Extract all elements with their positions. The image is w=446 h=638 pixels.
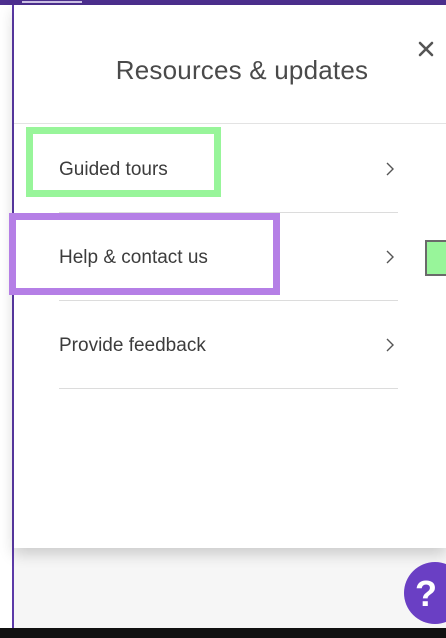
page-frame-left-edge <box>0 0 14 638</box>
panel-title: Resources & updates <box>115 55 369 85</box>
chevron-right-icon <box>386 338 394 352</box>
top-bar-highlight <box>22 1 82 3</box>
menu-item-label: Provide feedback <box>59 335 206 356</box>
green-side-tab[interactable] <box>425 240 446 276</box>
chevron-right-icon <box>386 162 394 176</box>
highlight-box-green <box>26 127 221 197</box>
chevron-right-icon <box>386 250 394 264</box>
question-mark-icon: ? <box>415 573 437 614</box>
highlight-box-purple <box>9 213 280 295</box>
menu-item-provide-feedback[interactable]: Provide feedback <box>59 301 398 389</box>
page-backdrop <box>14 548 446 628</box>
page-bottom-bar <box>0 628 446 638</box>
title-divider <box>14 123 446 124</box>
